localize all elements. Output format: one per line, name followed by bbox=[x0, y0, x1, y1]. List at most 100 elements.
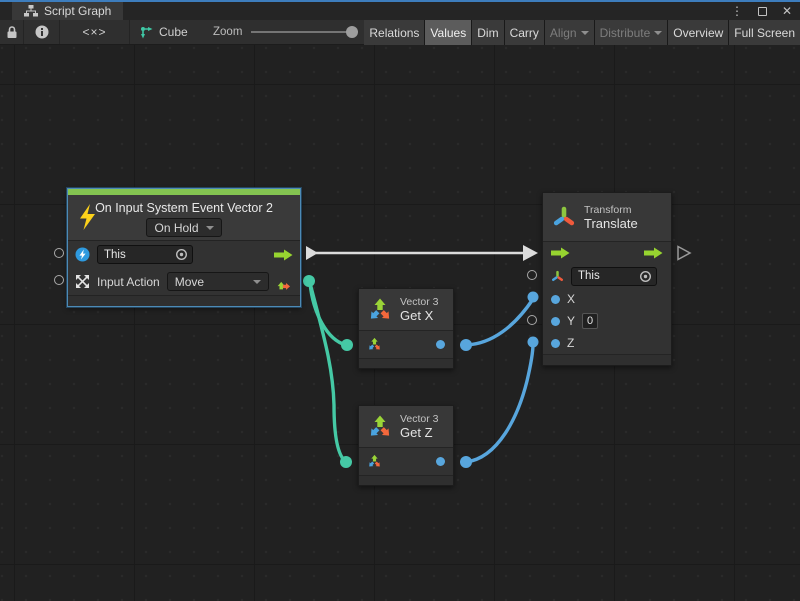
getx-output-port[interactable] bbox=[436, 340, 445, 349]
getx-input-port[interactable] bbox=[341, 339, 353, 351]
object-picker-icon[interactable] bbox=[639, 270, 652, 283]
translate-body: This X Y 0 bbox=[543, 241, 671, 354]
toolbar-button-overview[interactable]: Overview bbox=[668, 20, 728, 45]
translate-name: Translate bbox=[584, 216, 638, 231]
object-picker-icon[interactable] bbox=[175, 248, 188, 261]
toolbar-button-group: Relations Values Dim Carry Align Distrib… bbox=[364, 20, 800, 45]
toolbar-button-fullscreen[interactable]: Full Screen bbox=[729, 20, 800, 45]
graph-breadcrumb[interactable]: Cube bbox=[140, 20, 188, 44]
event-action-row: Input Action Move bbox=[68, 268, 300, 295]
y-value-input[interactable]: 0 bbox=[582, 313, 598, 329]
event-node-title: On Input System Event Vector 2 bbox=[68, 201, 300, 215]
code-view-button[interactable]: <×> bbox=[60, 20, 130, 44]
chevron-down-icon bbox=[654, 31, 662, 35]
translate-z-row: Z bbox=[543, 332, 671, 354]
node-transform-translate[interactable]: Transform Translate bbox=[542, 192, 672, 366]
flow-output-port-triangle bbox=[306, 246, 318, 260]
event-icon bbox=[75, 247, 90, 262]
translate-target-field[interactable]: This bbox=[571, 267, 657, 286]
toolbar-button-carry[interactable]: Carry bbox=[505, 20, 544, 45]
lightning-bolt-icon bbox=[78, 204, 97, 230]
wire-getx-to-translate-x bbox=[466, 299, 533, 345]
event-node-body: This bbox=[68, 240, 300, 295]
event-node-header: On Input System Event Vector 2 On Hold bbox=[68, 195, 300, 240]
event-target-field[interactable]: This bbox=[97, 245, 193, 264]
z-port-dot[interactable] bbox=[551, 339, 560, 348]
y-label: Y bbox=[567, 314, 575, 328]
event-target-input-port[interactable] bbox=[54, 248, 64, 258]
event-node-footer bbox=[68, 295, 300, 306]
translate-target-input-port[interactable] bbox=[527, 270, 537, 280]
translate-x-input-port[interactable] bbox=[528, 292, 539, 303]
lock-icon bbox=[6, 26, 18, 39]
flow-output-port-empty[interactable] bbox=[678, 247, 690, 260]
vector2-output-port[interactable] bbox=[303, 275, 315, 287]
translate-target-row: This bbox=[543, 264, 671, 288]
flow-arrow-icon[interactable] bbox=[274, 249, 293, 261]
flow-arrow-in-icon[interactable] bbox=[551, 247, 570, 259]
chevron-down-icon bbox=[581, 31, 589, 35]
input-action-dropdown[interactable]: Move bbox=[167, 272, 269, 291]
chevron-down-icon bbox=[206, 226, 214, 230]
toolbar-button-values[interactable]: Values bbox=[425, 20, 471, 45]
translate-footer bbox=[543, 354, 671, 365]
flow-arrow-out-icon[interactable] bbox=[644, 247, 663, 259]
translate-y-row: Y 0 bbox=[543, 310, 671, 332]
translate-header: Transform Translate bbox=[543, 193, 671, 241]
toolbar-button-distribute[interactable]: Distribute bbox=[595, 20, 668, 45]
event-action-input-port[interactable] bbox=[54, 275, 64, 285]
vector2-type-icon bbox=[276, 273, 293, 290]
chevron-down-icon bbox=[253, 280, 261, 284]
window-maximize-icon[interactable] bbox=[758, 7, 767, 16]
tab-bar: Script Graph ⋮ ✕ bbox=[0, 2, 800, 20]
node-on-input-system-event[interactable]: On Input System Event Vector 2 On Hold T… bbox=[67, 188, 301, 307]
wire-vector2-to-getz bbox=[310, 283, 346, 462]
x-port-dot[interactable] bbox=[551, 295, 560, 304]
getz-name: Get Z bbox=[400, 425, 439, 440]
vector3-type-icon bbox=[367, 454, 382, 469]
toolbar-button-dim[interactable]: Dim bbox=[472, 20, 503, 45]
vector3-type-icon bbox=[367, 337, 382, 352]
zoom-slider-handle[interactable] bbox=[346, 26, 358, 38]
getx-header: Vector 3 Get X bbox=[359, 289, 453, 330]
getx-body bbox=[359, 330, 453, 358]
translate-x-row: X bbox=[543, 288, 671, 310]
flow-wire-arrowhead bbox=[523, 245, 538, 261]
info-icon bbox=[35, 25, 49, 39]
event-mode-dropdown[interactable]: On Hold bbox=[146, 218, 221, 237]
getz-output-wire-end[interactable] bbox=[460, 456, 472, 468]
toolbar-button-align[interactable]: Align bbox=[545, 20, 594, 45]
getz-body bbox=[359, 447, 453, 475]
zoom-slider[interactable] bbox=[251, 31, 355, 33]
wire-vector2-to-getx bbox=[310, 283, 346, 345]
graph-canvas[interactable]: On Input System Event Vector 2 On Hold T… bbox=[0, 45, 800, 601]
node-get-z[interactable]: Vector 3 Get Z bbox=[358, 405, 454, 486]
node-get-x[interactable]: Vector 3 Get X bbox=[358, 288, 454, 369]
window-close-icon[interactable]: ✕ bbox=[782, 2, 792, 20]
translate-y-input-port[interactable] bbox=[527, 315, 537, 325]
code-view-glyph: <×> bbox=[82, 25, 106, 39]
tab-script-graph[interactable]: Script Graph bbox=[12, 2, 123, 20]
translate-category: Transform bbox=[584, 204, 638, 216]
toolbar-button-relations[interactable]: Relations bbox=[364, 20, 424, 45]
toolbar: <×> Cube Zoom 1x Relations Values Dim Ca… bbox=[0, 20, 800, 45]
getx-output-wire-end[interactable] bbox=[460, 339, 472, 351]
getz-output-port[interactable] bbox=[436, 457, 445, 466]
event-target-row: This bbox=[68, 241, 300, 268]
wire-getz-to-translate-z bbox=[466, 344, 533, 462]
getx-footer bbox=[359, 358, 453, 368]
script-graph-window: Script Graph ⋮ ✕ <×> bbox=[0, 0, 800, 601]
getx-name: Get X bbox=[400, 308, 439, 323]
info-button[interactable] bbox=[24, 20, 60, 44]
vector3-icon bbox=[367, 414, 393, 440]
getz-input-port[interactable] bbox=[340, 456, 352, 468]
zoom-label: Zoom bbox=[213, 26, 242, 38]
y-port-dot[interactable] bbox=[551, 317, 560, 326]
translate-z-input-port[interactable] bbox=[528, 337, 539, 348]
lock-button[interactable] bbox=[0, 20, 24, 44]
getx-category: Vector 3 bbox=[400, 296, 439, 308]
window-menu-icon[interactable]: ⋮ bbox=[731, 2, 743, 20]
input-action-icon bbox=[75, 274, 90, 289]
z-label: Z bbox=[567, 336, 574, 350]
input-action-label: Input Action bbox=[97, 275, 160, 289]
